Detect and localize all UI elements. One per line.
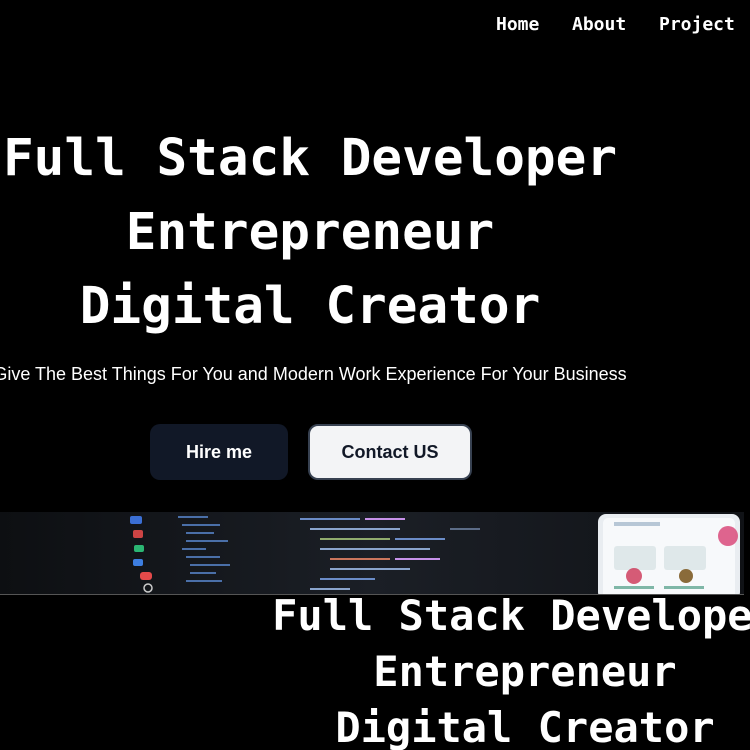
hero-line-role: Full Stack Developer: [2, 129, 618, 188]
hero-heading: Full Stack Developer Entrepreneur Digita…: [0, 122, 680, 344]
nav-project-link[interactable]: Project: [659, 14, 735, 36]
hero-line-creator: Digital Creator: [79, 277, 541, 336]
hero-heading-repeat: Full Stack Developer Entrepreneur Digita…: [155, 588, 750, 750]
top-nav: Home About Project: [0, 10, 750, 40]
hero-repeat-line-creator: Digital Creator: [335, 703, 715, 750]
nav-about-link[interactable]: About: [572, 14, 626, 36]
hero-repeat-line-entrepreneur: Entrepreneur: [373, 647, 677, 696]
nav-home-link[interactable]: Home: [496, 14, 539, 36]
hire-me-button[interactable]: Hire me: [150, 424, 288, 480]
hero-repeat-line-role: Full Stack Developer: [272, 591, 750, 640]
contact-us-button[interactable]: Contact US: [308, 424, 472, 480]
code-banner-image: [0, 512, 744, 595]
hero-tagline: Give The Best Things For You and Modern …: [0, 364, 627, 384]
code-editor-illustration: [0, 512, 744, 594]
hero-line-entrepreneur: Entrepreneur: [125, 203, 495, 262]
